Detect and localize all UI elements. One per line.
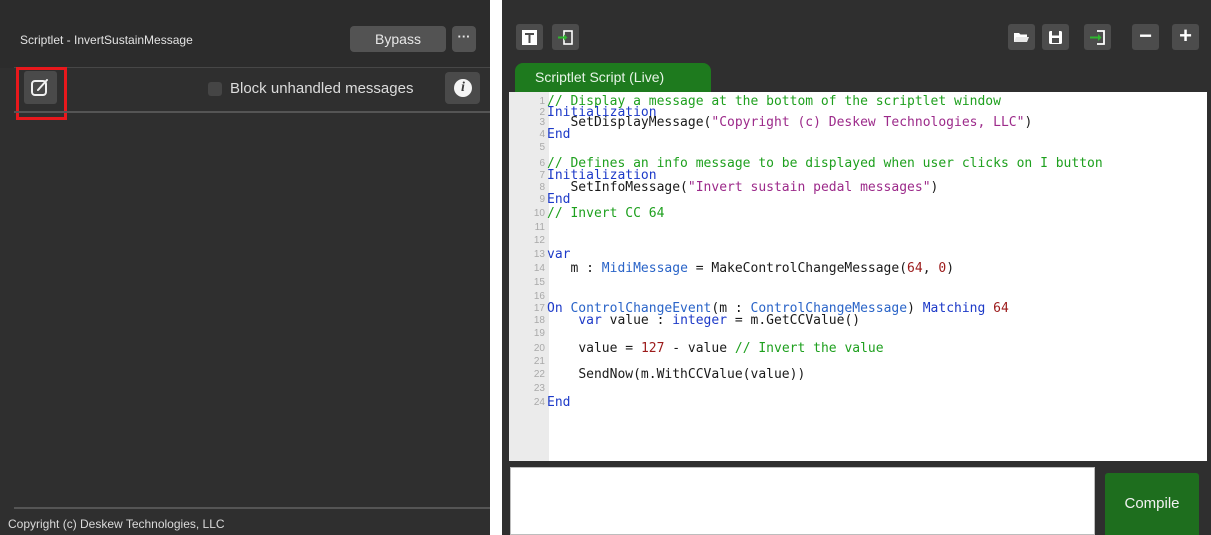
toolbar-divider: [14, 111, 490, 113]
code-text: End: [547, 128, 570, 142]
line-number: 13: [533, 249, 545, 260]
line-number: 4: [539, 129, 545, 140]
code-token: End: [547, 127, 571, 142]
code-token: var: [578, 313, 602, 328]
line-number: 11: [534, 222, 545, 233]
line-number: 19: [533, 328, 545, 339]
code-token: End: [547, 192, 571, 207]
code-editor[interactable]: 1// Display a message at the bottom of t…: [509, 92, 1207, 461]
code-token: End: [547, 395, 571, 410]
code-token: ): [946, 261, 955, 276]
code-token: ): [907, 301, 923, 316]
header-divider: [14, 67, 490, 68]
scriptlet-header: Scriptlet - InvertSustainMessage Bypass …: [0, 0, 490, 68]
code-token: = m.GetCCValue(): [727, 313, 861, 328]
code-token: Matching: [922, 301, 994, 316]
code-text: value = 127 - value // Invert the value: [547, 341, 884, 356]
line-number: 15: [533, 277, 545, 288]
code-token: integer: [672, 313, 728, 328]
code-text: // Invert CC 64: [547, 207, 664, 221]
code-text: SendNow(m.WithCCValue(value)): [547, 368, 805, 382]
status-divider: [14, 507, 490, 509]
code-token: 127: [640, 341, 665, 356]
code-token: 0: [938, 261, 947, 276]
code-token: 64: [993, 301, 1009, 316]
code-token: = MakeControlChangeMessage(: [687, 261, 908, 276]
code-token: m :: [570, 261, 602, 276]
goto-icon: [558, 30, 573, 45]
compile-output-area[interactable]: [510, 467, 1095, 535]
code-text: End: [547, 396, 570, 410]
bypass-button[interactable]: Bypass: [350, 26, 446, 52]
code-token: ,: [922, 261, 939, 276]
code-token: "Invert sustain pedal messages": [687, 180, 931, 195]
block-unhandled-checkbox[interactable]: [208, 82, 222, 96]
code-token: SetDisplayMessage(: [570, 115, 712, 130]
code-text: var value : integer = m.GetCCValue(): [547, 314, 860, 328]
line-number: 5: [539, 142, 545, 153]
code-token: // Invert the value: [734, 341, 884, 356]
code-token: SetInfoMessage(: [570, 180, 688, 195]
code-text: var: [547, 248, 570, 262]
line-number: 23: [533, 383, 545, 394]
export-button[interactable]: [1084, 24, 1111, 50]
font-button[interactable]: [516, 24, 543, 50]
code-token: value :: [601, 313, 673, 328]
code-token: SendNow(m.WithCCValue(value)): [578, 367, 806, 382]
line-number: 24: [533, 397, 545, 408]
info-button[interactable]: i: [445, 72, 480, 104]
export-icon: [1090, 30, 1105, 45]
code-token: "Copyright (c) Deskew Technologies, LLC": [711, 115, 1025, 130]
line-number: 20: [533, 343, 545, 354]
code-token: ): [930, 180, 939, 195]
code-token: MidiMessage: [601, 261, 688, 276]
code-token: // Invert CC 64: [547, 206, 665, 221]
code-token: - value: [664, 341, 735, 356]
line-number: 14: [533, 263, 545, 274]
compile-button[interactable]: Compile: [1105, 473, 1199, 535]
code-token: ): [1024, 115, 1033, 130]
info-icon: i: [454, 79, 472, 97]
line-number: 21: [533, 356, 545, 367]
code-text: End: [547, 193, 570, 207]
status-message: Copyright (c) Deskew Technologies, LLC: [8, 517, 225, 531]
code-text: SetDisplayMessage("Copyright (c) Deskew …: [547, 116, 1032, 130]
scriptlet-panel: Scriptlet - InvertSustainMessage Bypass …: [0, 0, 490, 535]
line-number: 18: [533, 315, 545, 326]
save-icon: [1049, 31, 1062, 44]
block-unhandled-label[interactable]: Block unhandled messages: [230, 80, 413, 97]
code-token: value =: [578, 341, 641, 356]
save-file-button[interactable]: [1042, 24, 1069, 50]
code-token: 64: [907, 261, 923, 276]
zoom-in-button[interactable]: +: [1172, 24, 1199, 50]
zoom-out-button[interactable]: −: [1132, 24, 1159, 50]
folder-icon: [1014, 33, 1029, 42]
open-file-button[interactable]: [1008, 24, 1035, 50]
code-token: var: [547, 247, 571, 262]
more-options-button[interactable]: ···: [452, 26, 476, 52]
scriptlet-title: Scriptlet - InvertSustainMessage: [20, 33, 193, 47]
goto-line-button[interactable]: [552, 24, 579, 50]
code-text: m : MidiMessage = MakeControlChangeMessa…: [547, 262, 954, 276]
line-number: 12: [533, 235, 545, 246]
line-number: 22: [533, 369, 545, 380]
line-number: 9: [539, 194, 545, 205]
code-text: SetInfoMessage("Invert sustain pedal mes…: [547, 181, 938, 195]
font-icon: [522, 30, 537, 45]
line-number: 10: [533, 208, 545, 219]
tab-scriptlet-script[interactable]: Scriptlet Script (Live): [515, 63, 711, 92]
